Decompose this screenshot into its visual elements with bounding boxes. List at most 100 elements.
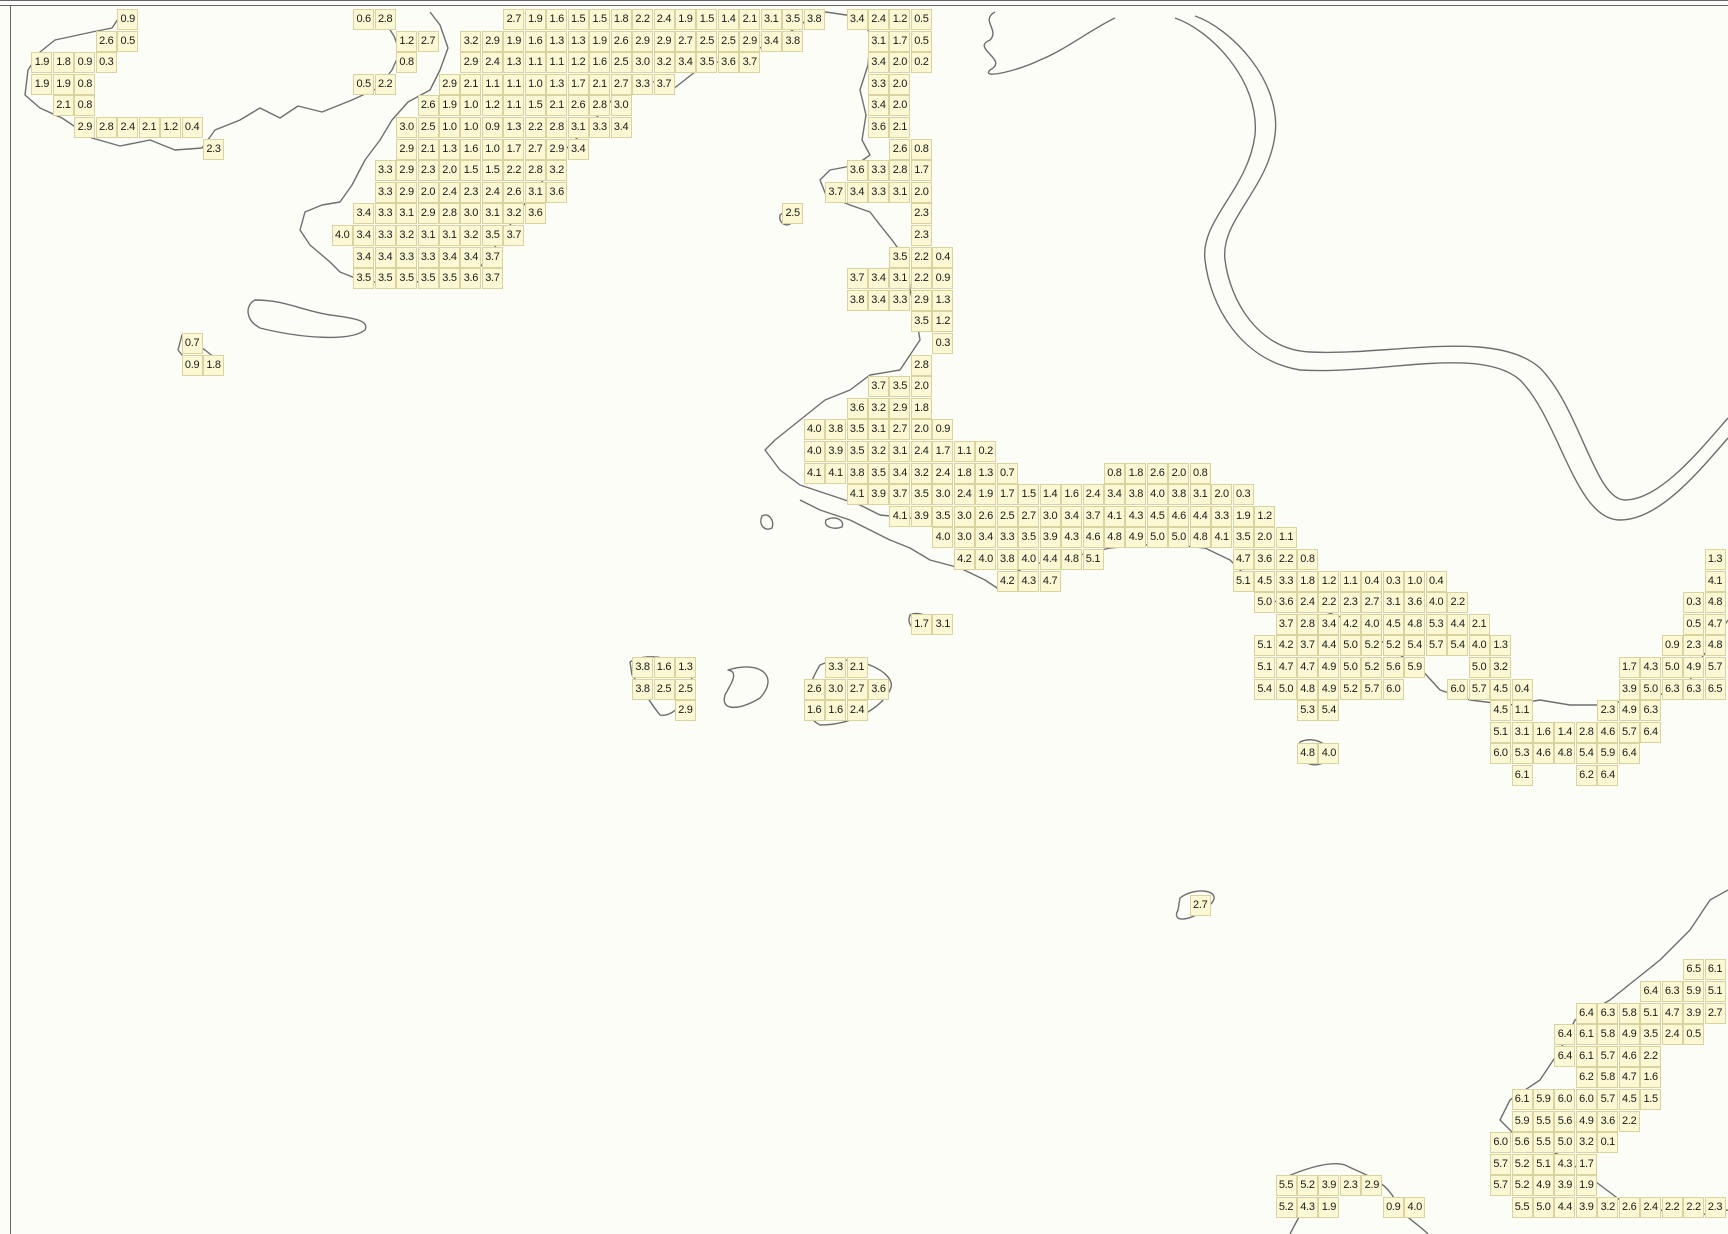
depth-cell: 3.1 [417,225,439,246]
depth-cell: 3.6 [1597,1110,1619,1132]
depth-cell: 3.9 [1039,527,1061,549]
depth-cell: 5.1 [1640,1002,1662,1024]
depth-cell: 5.0 [1640,678,1662,700]
depth-cell: 4.0 [932,527,954,549]
depth-cell: 5.2 [1382,635,1404,657]
depth-cell: 4.3 [1297,1197,1318,1218]
depth-cell: 2.4 [868,9,889,30]
depth-cell: 5.2 [1361,657,1383,678]
depth-cell: 4.5 [1146,505,1168,527]
depth-cell: 3.1 [524,181,546,203]
depth-cell: 1.0 [1404,570,1426,592]
depth-cell: 3.4 [868,268,889,290]
depth-cell: 2.4 [910,441,932,462]
depth-cell: 2.3 [417,160,439,182]
depth-cell: 2.8 [1297,613,1318,635]
depth-cell: 6.4 [1554,1024,1576,1046]
depth-cell: 3.0 [953,505,975,527]
depth-cell: 4.1 [1211,527,1233,549]
depth-cell: 4.2 [1339,613,1361,635]
depth-cell: 5.1 [1254,635,1276,657]
depth-cell: 5.7 [1597,1089,1619,1110]
depth-cell: 3.3 [396,246,418,268]
depth-cell: 2.2 [1618,1110,1640,1132]
depth-cell: 4.1 [889,505,911,527]
depth-cell: 2.6 [889,138,911,160]
depth-cell: 3.3 [374,160,396,182]
depth-cell: 1.3 [503,117,525,138]
depth-cell: 4.1 [803,462,825,484]
depth-cell: 3.2 [868,441,889,462]
depth-cell: 4.5 [1490,700,1512,722]
depth-cell: 1.8 [1297,570,1318,592]
depth-cell: 0.3 [1382,570,1404,592]
depth-cell: 1.6 [653,657,675,678]
depth-cell: 0.9 [181,354,203,376]
depth-cell: 2.9 [481,30,503,52]
depth-cell: 6.0 [1447,678,1469,700]
depth-cell: 0.8 [396,52,418,74]
depth-cell: 4.1 [846,484,868,506]
depth-cell: 2.6 [975,505,997,527]
depth-cell: 0.4 [1425,570,1447,592]
depth-cell: 0.2 [910,52,932,74]
depth-cell: 2.3 [1339,1175,1361,1197]
depth-cell: 3.2 [653,52,675,74]
depth-cell: 3.4 [353,203,375,225]
depth-cell: 6.5 [1683,959,1705,981]
depth-cell: 1.5 [589,9,611,30]
depth-cell: 3.4 [868,95,889,117]
depth-cell: 2.9 [74,117,96,138]
depth-cell: 2.1 [460,73,482,95]
depth-cell: 4.1 [1704,570,1726,592]
depth-cell: 2.9 [889,397,911,419]
depth-cell: 2.1 [138,117,160,138]
depth-cell: 3.6 [868,678,889,700]
depth-cell: 2.5 [717,30,739,52]
depth-cell: 6.0 [1490,743,1512,765]
depth-cell: 4.6 [1082,527,1104,549]
depth-cell: 6.3 [1640,700,1662,722]
depth-cell: 1.7 [889,30,911,52]
depth-cell: 3.1 [1189,484,1211,506]
depth-cell: 6.5 [1704,678,1726,700]
depth-cell: 1.6 [460,138,482,160]
depth-cell: 2.3 [910,225,932,246]
depth-cell: 5.0 [1661,657,1683,678]
depth-cell: 2.6 [95,30,117,52]
depth-cell: 3.5 [889,376,911,398]
depth-cell: 3.3 [1275,570,1297,592]
depth-cell: 1.3 [932,289,954,311]
depth-cell: 3.8 [1168,484,1190,506]
depth-cell: 3.4 [846,181,868,203]
depth-cell: 5.1 [1490,721,1512,743]
depth-cell: 2.8 [524,160,546,182]
depth-cell: 5.6 [1382,657,1404,678]
depth-cell: 2.4 [846,700,868,722]
depth-cell: 1.2 [567,52,589,74]
depth-cell: 2.1 [417,138,439,160]
depth-cell: 3.9 [1683,1002,1705,1024]
depth-cell: 4.9 [1618,1024,1640,1046]
depth-cell: 6.0 [1490,1132,1512,1154]
depth-cell: 5.7 [1597,1045,1619,1067]
depth-cell: 6.4 [1554,1045,1576,1067]
depth-cell: 2.3 [1683,635,1705,657]
depth-cell: 0.8 [1189,462,1211,484]
depth-cell: 2.3 [1597,700,1619,722]
depth-cell: 2.3 [1339,592,1361,614]
depth-cell: 2.7 [1361,592,1383,614]
depth-cell: 3.7 [481,268,503,290]
depth-cell: 2.1 [739,9,761,30]
depth-cell: 1.6 [524,30,546,52]
depth-cell: 3.9 [910,505,932,527]
depth-cell: 5.4 [1254,678,1276,700]
depth-cell: 3.9 [825,441,847,462]
depth-cell: 2.7 [846,678,868,700]
depth-cell: 3.3 [868,160,889,182]
depth-cell: 1.9 [1318,1197,1340,1218]
depth-cell: 4.7 [1297,657,1318,678]
depth-cell: 3.3 [825,657,847,678]
depth-cell: 0.9 [481,117,503,138]
depth-cell: 6.4 [1575,1002,1597,1024]
